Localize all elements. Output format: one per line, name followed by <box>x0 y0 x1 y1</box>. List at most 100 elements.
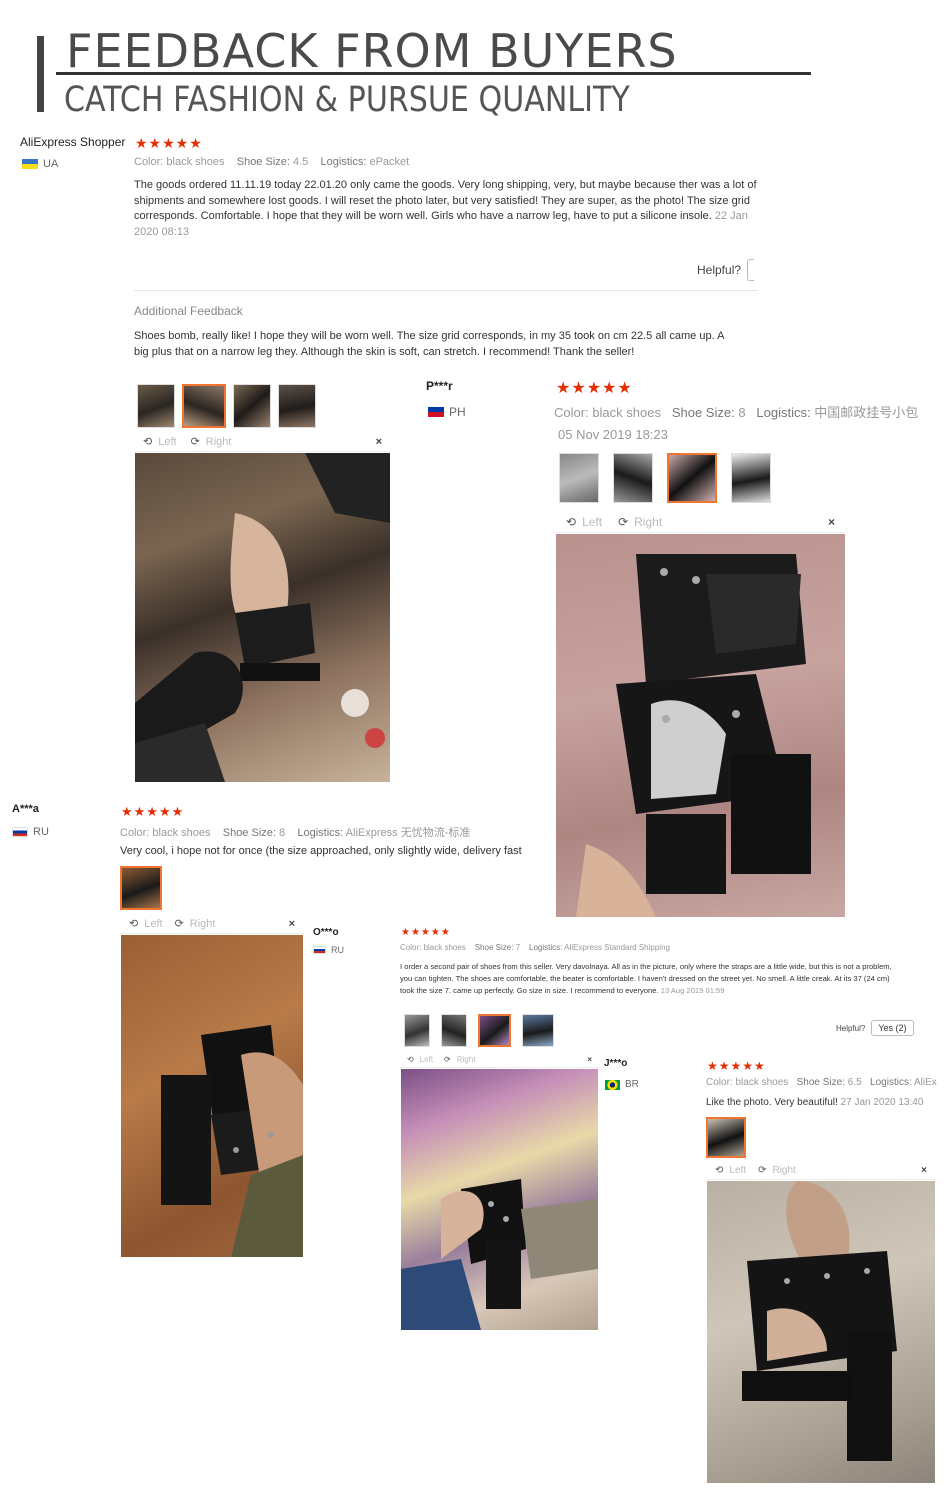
rotate-right-icon[interactable]: ⟳ <box>758 1165 766 1176</box>
photo-toolbar: ⟲ Left ⟳ Right × <box>401 1052 598 1068</box>
flag-ua-icon <box>22 159 38 169</box>
rotate-right-icon[interactable]: ⟳ <box>175 917 184 930</box>
flag-ru-icon <box>313 946 326 954</box>
rotate-right-icon[interactable]: ⟳ <box>618 515 628 529</box>
review-meta: Color: black shoes Shoe Size: 6.5 Logist… <box>706 1077 937 1088</box>
reviewer-name: O***o <box>313 927 339 938</box>
photo-thumbnail-selected[interactable] <box>667 453 717 503</box>
thumbnail-strip <box>706 1117 746 1158</box>
rotate-left-icon[interactable]: ⟲ <box>129 917 138 930</box>
rotate-right-label[interactable]: Right <box>457 1055 476 1064</box>
photo-thumbnail[interactable] <box>278 384 316 428</box>
photo-toolbar: ⟲ Left ⟳ Right × <box>556 511 845 533</box>
close-icon[interactable]: × <box>289 918 295 930</box>
additional-feedback-label: Additional Feedback <box>134 304 243 318</box>
rotate-left-label[interactable]: Left <box>420 1055 433 1064</box>
photo-thumbnail[interactable] <box>233 384 271 428</box>
rotate-right-label[interactable]: Right <box>206 436 232 448</box>
rotate-left-label[interactable]: Left <box>582 515 602 529</box>
rotate-left-icon[interactable]: ⟲ <box>143 435 152 448</box>
reviewer-country: RU <box>313 945 344 955</box>
flag-br-icon <box>605 1079 620 1090</box>
close-icon[interactable]: × <box>921 1165 927 1176</box>
thumbnail-strip <box>559 453 771 503</box>
review-photo[interactable] <box>121 935 303 1257</box>
rotate-left-icon[interactable]: ⟲ <box>715 1165 723 1176</box>
rotate-left-label[interactable]: Left <box>158 436 176 448</box>
divider <box>134 290 758 291</box>
additional-feedback-text: Shoes bomb, really like! I hope they wil… <box>134 330 724 358</box>
close-icon[interactable]: × <box>376 436 382 448</box>
rating-stars: ★★★★★ <box>401 927 451 938</box>
rotate-right-label[interactable]: Right <box>634 515 662 529</box>
helpful-section: Helpful? Yes (2) <box>836 1020 914 1036</box>
photo-thumbnail-selected[interactable] <box>478 1014 511 1047</box>
rating-stars: ★★★★★ <box>556 380 633 397</box>
photo-thumbnail[interactable] <box>137 384 175 428</box>
rating-stars: ★★★★★ <box>707 1059 766 1073</box>
country-code: RU <box>331 945 344 955</box>
photo-thumbnail[interactable] <box>404 1014 430 1047</box>
close-icon[interactable]: × <box>587 1055 592 1064</box>
rotate-left-label[interactable]: Left <box>144 918 162 930</box>
reviewer-country: RU <box>12 826 49 838</box>
review-text: I order a second pair of shoes from this… <box>400 962 892 995</box>
country-code: UA <box>43 158 59 170</box>
rotate-right-icon[interactable]: ⟳ <box>191 435 200 448</box>
photo-thumbnail[interactable] <box>559 453 599 503</box>
review-meta: Color: black shoes Shoe Size: 8 Logistic… <box>120 827 471 839</box>
rotate-right-label[interactable]: Right <box>190 918 216 930</box>
photo-thumbnail[interactable] <box>522 1014 554 1047</box>
review-photo[interactable] <box>135 453 390 782</box>
header-divider <box>56 72 811 75</box>
rating-stars: ★★★★★ <box>121 804 185 819</box>
review-photo[interactable] <box>556 534 845 917</box>
review-photo[interactable] <box>401 1069 598 1330</box>
review-text: Like the photo. Very beautiful! 27 Jan 2… <box>706 1097 924 1108</box>
photo-thumbnail-selected[interactable] <box>706 1117 746 1158</box>
thumbnail-strip <box>137 384 316 428</box>
rotate-left-icon[interactable]: ⟲ <box>566 515 576 529</box>
flag-ru-icon <box>12 827 28 837</box>
rotate-right-label[interactable]: Right <box>772 1165 795 1176</box>
reviewer-country: BR <box>605 1079 639 1090</box>
reviewer-country: UA <box>22 158 58 170</box>
flag-ph-icon <box>428 407 444 417</box>
country-code: BR <box>625 1079 639 1090</box>
photo-thumbnail[interactable] <box>441 1014 467 1047</box>
review-meta: Color: black shoes Shoe Size: 7 Logistic… <box>400 943 670 952</box>
shoe-photo-illustration <box>161 1025 303 1257</box>
reviewer-country: PH <box>428 405 466 419</box>
shoe-photo-illustration <box>401 1179 598 1330</box>
review-date: 13 Aug 2019 01:59 <box>660 986 725 995</box>
shoe-photo-illustration <box>576 554 811 917</box>
reviewer-name: P***r <box>426 379 453 393</box>
reviewer-name: A***a <box>12 803 39 815</box>
photo-toolbar: ⟲ Left ⟳ Right × <box>121 914 303 934</box>
photo-thumbnail[interactable] <box>731 453 771 503</box>
review-date: 27 Jan 2020 13:40 <box>840 1097 924 1108</box>
photo-thumbnail[interactable] <box>613 453 653 503</box>
country-code: RU <box>33 826 49 838</box>
header-accent-bar <box>37 36 44 112</box>
thumbnail-strip <box>404 1014 554 1047</box>
photo-thumbnail-selected[interactable] <box>182 384 226 428</box>
rating-stars: ★★★★★ <box>135 135 203 151</box>
helpful-yes-button[interactable]: Yes (2) <box>871 1020 914 1036</box>
page-subtitle: CATCH FASHION & PURSUE QUANLITY <box>64 80 630 120</box>
rotate-left-label[interactable]: Left <box>729 1165 746 1176</box>
close-icon[interactable]: × <box>828 515 835 529</box>
review-meta: Color: black shoes Shoe Size: 4.5 Logist… <box>134 156 410 168</box>
reviewer-name: J***o <box>604 1058 628 1069</box>
review-meta: Color: black shoes Shoe Size: 8 Logistic… <box>554 405 919 420</box>
helpful-button[interactable] <box>747 259 755 281</box>
review-photo[interactable] <box>707 1181 935 1483</box>
shoe-photo-illustration <box>135 453 390 782</box>
helpful-section: Helpful? <box>697 259 755 281</box>
rotate-left-icon[interactable]: ⟲ <box>407 1055 414 1064</box>
review-text: The goods ordered 11.11.19 today 22.01.2… <box>134 179 757 238</box>
photo-toolbar: ⟲ Left ⟳ Right × <box>707 1162 935 1180</box>
thumbnail-strip <box>120 866 162 910</box>
rotate-right-icon[interactable]: ⟳ <box>444 1055 451 1064</box>
photo-thumbnail-selected[interactable] <box>120 866 162 910</box>
